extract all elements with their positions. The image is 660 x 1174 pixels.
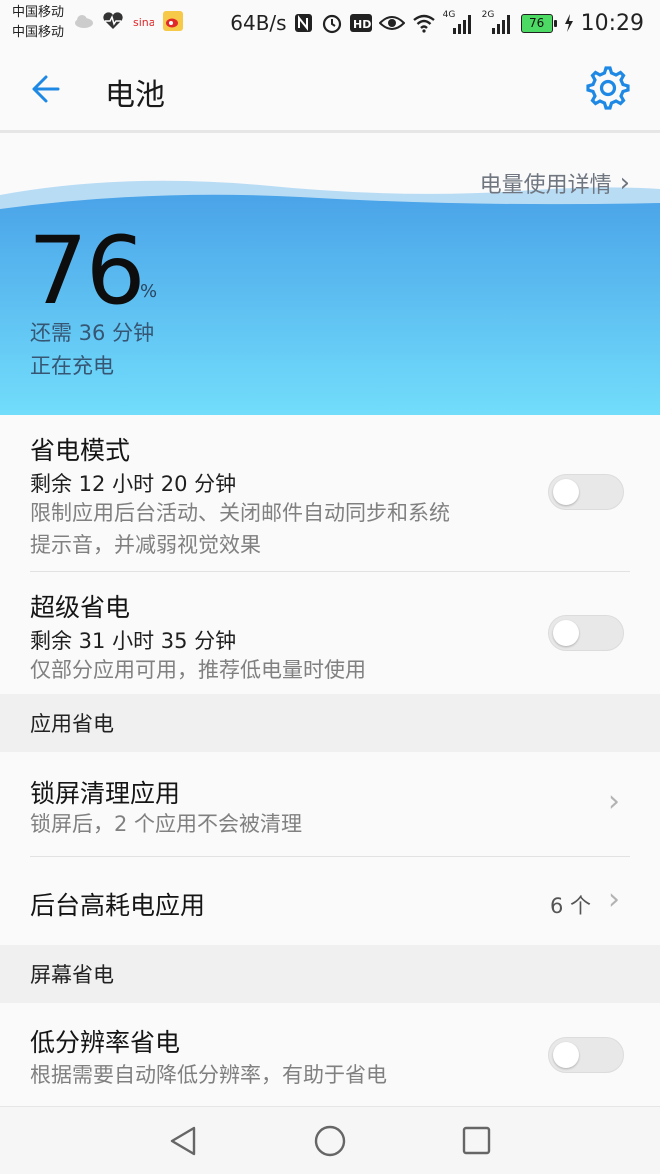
charging-status: 正在充电 bbox=[30, 354, 114, 378]
background-high-drain-count: 6 个 bbox=[550, 894, 592, 918]
nav-home-button[interactable] bbox=[308, 1120, 352, 1162]
power-saving-title: 省电模式 bbox=[30, 436, 131, 465]
charging-bolt-icon bbox=[564, 14, 573, 32]
ultra-saving-desc: 仅部分应用可用，推荐低电量时使用 bbox=[30, 658, 366, 682]
back-button[interactable] bbox=[22, 66, 78, 112]
section-header-screen-saving: 屏幕省电 bbox=[0, 945, 660, 1003]
triangle-back-icon bbox=[170, 1126, 196, 1156]
status-bar: 中国移动 中国移动 sina 64B/s HD 4G 2G 76 10:29 bbox=[0, 0, 660, 48]
chevron-right-icon: › bbox=[619, 168, 630, 198]
low-resolution-desc: 根据需要自动降低分辨率，有助于省电 bbox=[30, 1063, 387, 1087]
usage-details-label: 电量使用详情 bbox=[479, 173, 612, 198]
status-right: 64B/s HD 4G 2G 76 10:29 bbox=[230, 8, 644, 38]
weibo-icon bbox=[163, 11, 183, 31]
low-resolution-row[interactable]: 低分辨率省电 根据需要自动降低分辨率，有助于省电 bbox=[0, 1003, 660, 1106]
lockscreen-cleanup-title: 锁屏清理应用 bbox=[30, 779, 181, 808]
power-saving-mode-row[interactable]: 省电模式 剩余 12 小时 20 分钟 限制应用后台活动、关闭邮件自动同步和系统… bbox=[0, 415, 660, 571]
power-saving-desc-1: 限制应用后台活动、关闭邮件自动同步和系统 bbox=[30, 501, 450, 525]
svg-text:sina: sina bbox=[133, 16, 154, 29]
heart-rate-icon bbox=[103, 12, 123, 30]
wifi-icon bbox=[412, 14, 435, 33]
battery-percent-unit: % bbox=[140, 281, 158, 302]
ultra-power-saving-row[interactable]: 超级省电 剩余 31 小时 35 分钟 仅部分应用可用，推荐低电量时使用 bbox=[0, 572, 660, 694]
power-saving-remaining: 剩余 12 小时 20 分钟 bbox=[30, 472, 237, 496]
lockscreen-cleanup-row[interactable]: 锁屏清理应用 锁屏后，2 个应用不会被清理 › bbox=[0, 752, 660, 856]
chevron-right-icon: › bbox=[608, 784, 620, 819]
signal-icon-1: 4G bbox=[443, 10, 475, 34]
page-title: 电池 bbox=[105, 78, 165, 113]
clock-label: 10:29 bbox=[580, 10, 644, 36]
nav-back-button[interactable] bbox=[160, 1121, 206, 1161]
alarm-icon bbox=[322, 14, 341, 34]
notification-icons: sina bbox=[74, 10, 184, 32]
battery-percent: 76 bbox=[28, 217, 146, 326]
usage-details-link[interactable]: 电量使用详情 › bbox=[480, 167, 630, 199]
net-speed-label: 64B/s bbox=[230, 11, 287, 35]
toggle-knob bbox=[553, 620, 579, 646]
section-header-label: 屏幕省电 bbox=[30, 963, 114, 987]
svg-text:HD: HD bbox=[353, 18, 371, 31]
square-recents-icon bbox=[462, 1126, 491, 1155]
section-header-label: 应用省电 bbox=[30, 712, 114, 736]
ultra-saving-toggle[interactable] bbox=[548, 615, 624, 651]
back-arrow-icon bbox=[32, 75, 60, 103]
gear-icon bbox=[586, 66, 630, 110]
low-resolution-title: 低分辨率省电 bbox=[30, 1028, 181, 1057]
time-remaining: 还需 36 分钟 bbox=[30, 321, 155, 345]
battery-level-icon: 76 bbox=[520, 13, 557, 33]
settings-button[interactable] bbox=[582, 62, 634, 114]
low-resolution-toggle[interactable] bbox=[548, 1037, 624, 1073]
lockscreen-cleanup-desc: 锁屏后，2 个应用不会被清理 bbox=[30, 812, 303, 836]
ultra-saving-remaining: 剩余 31 小时 35 分钟 bbox=[30, 629, 237, 653]
battery-summary-panel: 电量使用详情 › 76 % 还需 36 分钟 正在充电 bbox=[0, 133, 660, 415]
power-saving-toggle[interactable] bbox=[548, 474, 624, 510]
circle-home-icon bbox=[314, 1125, 346, 1157]
toggle-knob bbox=[553, 1042, 579, 1068]
power-saving-desc-2: 提示音，并减弱视觉效果 bbox=[30, 533, 261, 557]
toggle-knob bbox=[553, 479, 579, 505]
app-bar: 电池 bbox=[0, 48, 660, 133]
cloud-icon bbox=[75, 15, 93, 28]
signal-icon-2: 2G bbox=[482, 10, 514, 34]
nav-recents-button[interactable] bbox=[456, 1120, 498, 1162]
nfc-icon bbox=[294, 14, 312, 32]
chevron-right-icon: › bbox=[608, 882, 620, 917]
section-header-app-saving: 应用省电 bbox=[0, 694, 660, 752]
carrier-label-2: 中国移动 bbox=[12, 25, 65, 40]
navigation-bar bbox=[0, 1106, 660, 1174]
hd-icon: HD bbox=[349, 14, 372, 32]
carrier-label-1: 中国移动 bbox=[12, 5, 65, 20]
ultra-saving-title: 超级省电 bbox=[30, 593, 131, 622]
background-high-drain-row[interactable]: 后台高耗电应用 6 个 › bbox=[0, 857, 660, 945]
eye-comfort-icon bbox=[378, 16, 405, 30]
background-high-drain-title: 后台高耗电应用 bbox=[30, 891, 206, 920]
sina-icon: sina bbox=[133, 16, 154, 29]
